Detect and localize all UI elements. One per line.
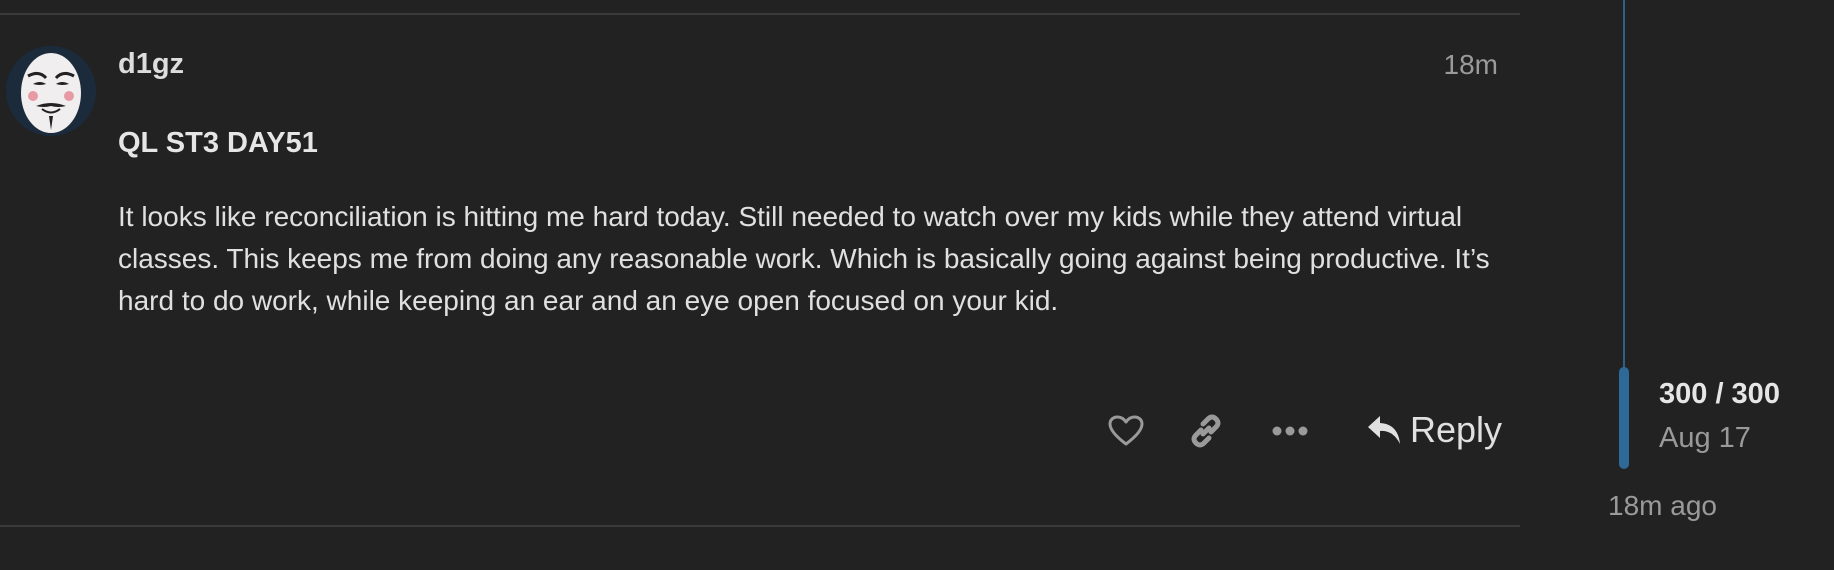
like-button[interactable] bbox=[1104, 411, 1148, 451]
timeline-date: Aug 17 bbox=[1659, 422, 1751, 454]
timeline-last-activity[interactable]: 18m ago bbox=[1608, 490, 1717, 522]
heart-icon bbox=[1108, 415, 1144, 446]
share-link-button[interactable] bbox=[1184, 411, 1228, 451]
timeline-post-counter: 300 / 300 bbox=[1659, 378, 1780, 410]
post-divider-top bbox=[0, 13, 1520, 15]
more-options-button[interactable] bbox=[1268, 411, 1312, 451]
guy-fawkes-mask-avatar-icon bbox=[6, 46, 96, 136]
reply-label: Reply bbox=[1410, 409, 1503, 450]
reply-button[interactable]: Reply bbox=[1366, 407, 1502, 453]
link-icon bbox=[1191, 414, 1221, 448]
post-title: QL ST3 DAY51 bbox=[118, 127, 318, 159]
reply-arrow-icon bbox=[1366, 414, 1402, 446]
ellipsis-icon bbox=[1272, 426, 1308, 436]
avatar[interactable] bbox=[6, 46, 96, 136]
post-divider-bottom bbox=[0, 525, 1520, 527]
timeline-track[interactable] bbox=[1623, 0, 1625, 380]
username[interactable]: d1gz bbox=[118, 48, 184, 81]
topic-page: d1gz 18m QL ST3 DAY51 It looks like reco… bbox=[0, 0, 1834, 570]
timeline-scroll-handle[interactable] bbox=[1619, 367, 1629, 469]
post-body: It looks like reconciliation is hitting … bbox=[118, 201, 1490, 316]
post-timestamp[interactable]: 18m bbox=[1444, 49, 1498, 81]
